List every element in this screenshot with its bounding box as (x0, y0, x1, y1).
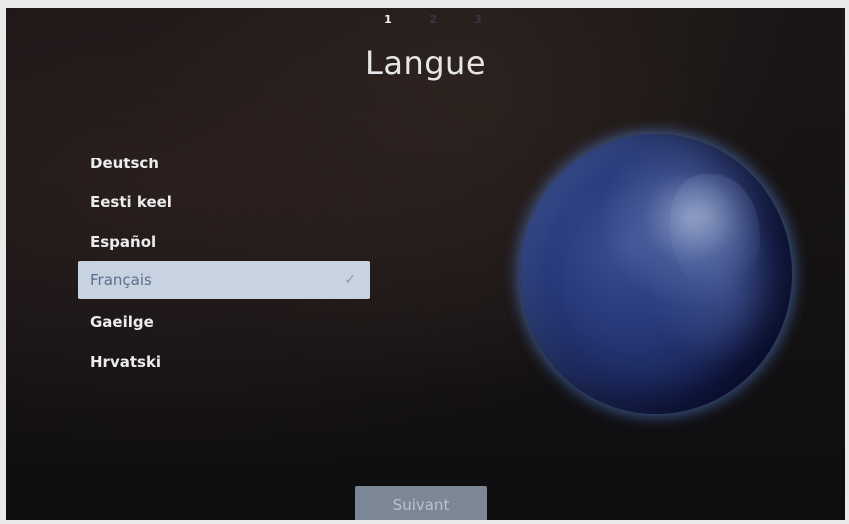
language-label: Eesti keel (90, 193, 172, 211)
language-label: Español (90, 233, 157, 251)
step-3: 3 (474, 13, 482, 26)
step-indicator: 1 2 3 (378, 13, 488, 26)
globe-continent (670, 174, 760, 294)
language-item-deutsch[interactable]: Deutsch (78, 158, 370, 182)
language-label: Gaeilge (90, 313, 154, 331)
next-button[interactable]: Suivant (355, 486, 487, 520)
language-item-eesti-keel[interactable]: Eesti keel (78, 183, 370, 221)
language-label: Français (90, 271, 152, 289)
language-label: Deutsch (90, 158, 159, 172)
language-item-espanol[interactable]: Español (78, 223, 370, 261)
language-item-gaeilge[interactable]: Gaeilge (78, 303, 370, 341)
setup-screen: 1 2 3 Langue Deutsch Eesti keel Español … (6, 8, 845, 520)
language-item-hrvatski[interactable]: Hrvatski (78, 343, 370, 381)
language-label: Hrvatski (90, 353, 162, 371)
check-icon: ✓ (344, 272, 356, 288)
step-1: 1 (384, 13, 392, 26)
language-item-francais[interactable]: Français ✓ (78, 261, 370, 299)
language-list[interactable]: Deutsch Eesti keel Español Français ✓ Ga… (78, 158, 374, 388)
earth-globe-image (520, 134, 792, 414)
page-title: Langue (365, 44, 486, 82)
step-2: 2 (429, 13, 437, 26)
